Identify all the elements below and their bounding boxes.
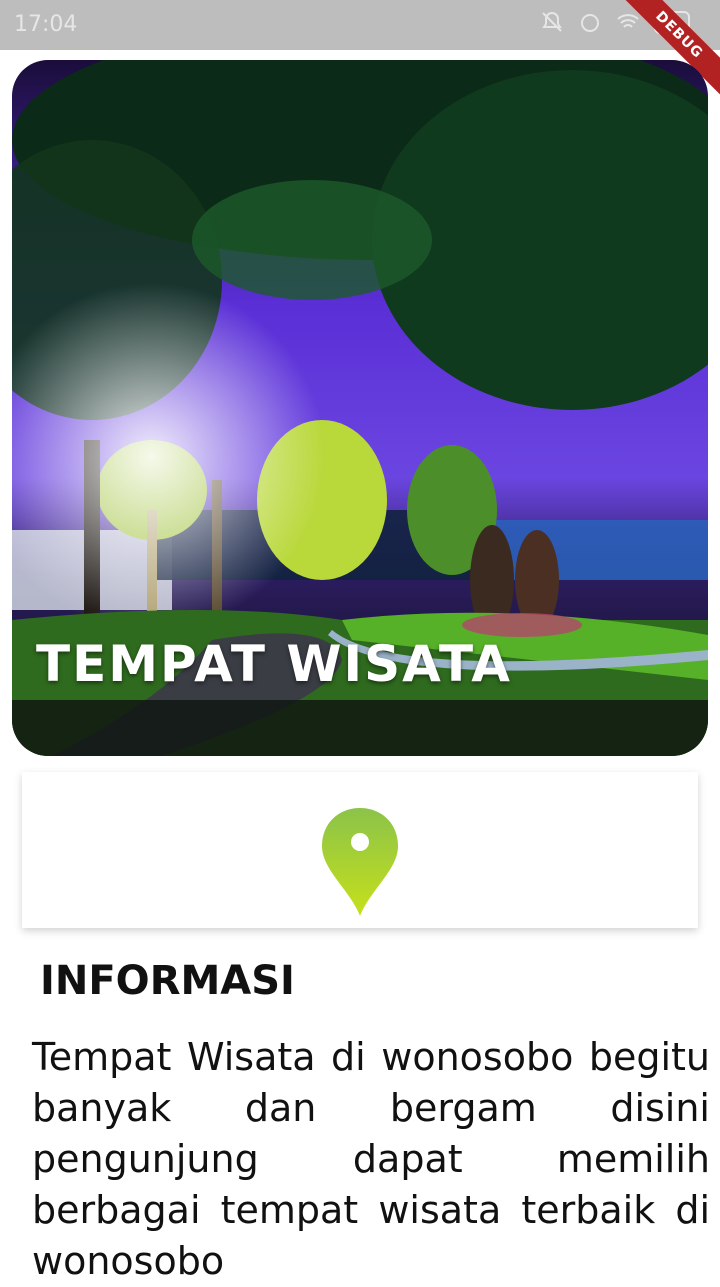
info-body: Tempat Wisata di wonosobo begitu banyak … xyxy=(32,1035,710,1283)
hero-card[interactable]: TEMPAT WISATA xyxy=(12,60,708,756)
hero-title: TEMPAT WISATA xyxy=(36,635,512,693)
notification-off-icon xyxy=(540,10,564,34)
status-time: 17:04 xyxy=(14,12,78,37)
alarm-icon xyxy=(578,10,602,34)
info-heading: INFORMASI xyxy=(40,958,295,1004)
map-pin-icon[interactable] xyxy=(320,806,400,918)
location-card[interactable] xyxy=(22,772,698,928)
wifi-icon xyxy=(616,10,640,34)
status-bar: 17:04 82 xyxy=(0,0,720,50)
